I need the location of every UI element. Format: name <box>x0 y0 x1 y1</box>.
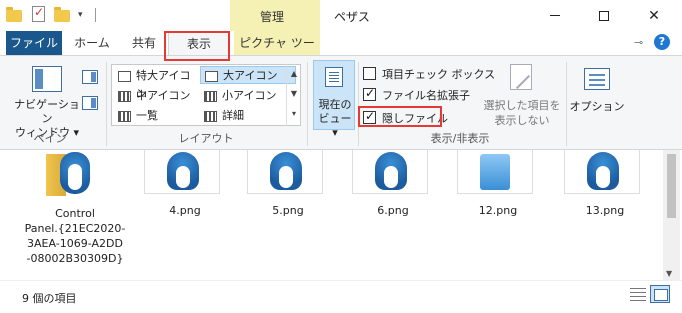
file-name-label: 13.png <box>585 204 625 217</box>
penguin-image <box>167 152 199 190</box>
options-button[interactable]: オプション <box>568 98 626 114</box>
navigation-pane-icon[interactable] <box>32 66 62 92</box>
penguin-image <box>375 152 407 190</box>
expand-gallery-icon[interactable]: ▾ <box>287 104 301 124</box>
ribbon-tabs: ファイル ホーム 共有 表示 ピクチャ ツール <box>0 31 682 74</box>
file-thumbnail <box>564 150 640 194</box>
window-title: ペザス <box>334 10 370 24</box>
tab-share[interactable]: 共有 <box>120 31 168 55</box>
medium-icons-icon <box>118 91 131 102</box>
manage-context-label: 管理 <box>260 10 285 24</box>
folder-icon <box>6 6 24 24</box>
file-name-label: 5.png <box>272 204 304 217</box>
file-name-label: 4.png <box>169 204 201 217</box>
layout-list[interactable]: 一覧 <box>114 107 200 125</box>
penguin-image <box>60 152 90 194</box>
view-tab-highlight <box>164 31 230 61</box>
close-icon: ✕ <box>648 7 660 24</box>
scroll-up-icon[interactable]: ▲ <box>287 64 301 84</box>
pane-group-label: ペイン <box>33 132 67 145</box>
scrollbar-thumb[interactable] <box>667 154 676 218</box>
group-separator <box>566 62 567 146</box>
minimize-icon <box>550 15 560 16</box>
preview-pane-icon[interactable] <box>82 70 98 84</box>
group-separator <box>358 62 359 146</box>
help-icon[interactable]: ? <box>654 34 670 50</box>
layout-gallery: 特大アイコン 大アイコン 中アイコン 小アイコン 一覧 詳細 <box>111 64 301 126</box>
pin-ribbon-icon[interactable]: ⊸ <box>634 36 643 49</box>
file-name-label: Control Panel.{21EC2020- 3AEA-1069-A2DD … <box>24 207 126 265</box>
details-pane-icon[interactable] <box>82 96 98 110</box>
properties-icon[interactable] <box>30 5 48 24</box>
file-name-label: 6.png <box>377 204 409 217</box>
layout-gallery-scroll[interactable]: ▲ ▼ ▾ <box>286 64 301 126</box>
file-extensions-toggle[interactable]: ファイル名拡張子 <box>363 86 470 103</box>
file-extensions-checkbox[interactable] <box>363 86 376 101</box>
qat-dropdown-icon[interactable]: ▾ <box>78 10 83 20</box>
scroll-down-icon[interactable]: ▼ <box>666 269 672 278</box>
details-view-icon[interactable] <box>630 287 646 301</box>
file-thumbnail <box>457 150 533 194</box>
list-item[interactable]: 12.png <box>453 150 543 220</box>
tab-picture-tools[interactable]: ピクチャ ツール <box>234 31 320 74</box>
layout-details[interactable]: 詳細 <box>200 107 296 125</box>
large-icons-view-icon[interactable] <box>650 285 670 303</box>
close-button[interactable]: ✕ <box>628 0 680 31</box>
current-view-label: 現在の ビュー ▾ <box>318 98 352 139</box>
small-icons-icon <box>204 91 217 102</box>
details-icon <box>204 111 217 122</box>
layout-medium-icons[interactable]: 中アイコン <box>114 87 200 105</box>
status-bar: 9 個の項目 <box>0 280 682 313</box>
tab-home[interactable]: ホーム <box>66 31 118 55</box>
new-folder-icon[interactable] <box>54 6 72 24</box>
item-checkboxes-toggle[interactable]: 項目チェック ボックス <box>363 65 495 82</box>
hidden-items-highlight <box>358 106 442 127</box>
list-icon <box>118 111 131 122</box>
item-count: 9 個の項目 <box>22 292 77 305</box>
vertical-scrollbar[interactable]: ▼ <box>663 150 680 280</box>
layout-small-icons[interactable]: 小アイコン <box>200 87 296 105</box>
quick-access-toolbar: ▾ <box>6 5 96 24</box>
list-item-control-panel[interactable]: Control Panel.{21EC2020- 3AEA-1069-A2DD … <box>0 150 150 270</box>
file-list-area[interactable]: Control Panel.{21EC2020- 3AEA-1069-A2DD … <box>0 150 682 280</box>
layout-extra-large-icons[interactable]: 特大アイコン <box>114 67 200 100</box>
list-item[interactable]: 13.png <box>560 150 650 220</box>
tab-file[interactable]: ファイル <box>6 31 62 55</box>
maximize-icon <box>599 10 609 21</box>
large-icons-icon <box>205 71 218 82</box>
list-item[interactable]: 6.png <box>348 150 438 220</box>
ribbon: ナビゲーション ウィンドウ ▾ ペイン 特大アイコン 大アイコン 中アイコン 小… <box>0 55 682 150</box>
control-panel-thumbnail <box>40 150 100 198</box>
hide-selected-icon <box>510 64 532 90</box>
item-checkboxes-checkbox[interactable] <box>363 67 376 80</box>
list-item[interactable]: 4.png <box>140 150 230 220</box>
recycle-bin-image <box>480 154 510 190</box>
penguin-image <box>587 152 619 190</box>
layout-large-icons[interactable]: 大アイコン <box>200 66 296 84</box>
group-separator <box>106 62 107 146</box>
file-name-label: 12.png <box>478 204 518 217</box>
extra-large-icons-icon <box>118 71 131 82</box>
file-thumbnail <box>352 150 428 194</box>
file-thumbnail <box>144 150 220 194</box>
layout-group-label: レイアウト <box>178 132 234 145</box>
list-item[interactable]: 5.png <box>243 150 333 220</box>
group-separator <box>307 62 308 146</box>
maximize-button[interactable] <box>581 0 627 31</box>
show-hide-group-label: 表示/非表示 <box>430 132 490 145</box>
scroll-down-icon[interactable]: ▼ <box>287 84 301 104</box>
penguin-image <box>270 152 302 190</box>
file-thumbnail <box>247 150 323 194</box>
options-icon[interactable] <box>584 68 610 90</box>
qat-separator <box>94 8 96 22</box>
hide-selected-button[interactable]: 選択した項目を 表示しない <box>482 98 562 128</box>
sort-by-icon <box>325 67 343 87</box>
minimize-button[interactable] <box>532 0 578 31</box>
